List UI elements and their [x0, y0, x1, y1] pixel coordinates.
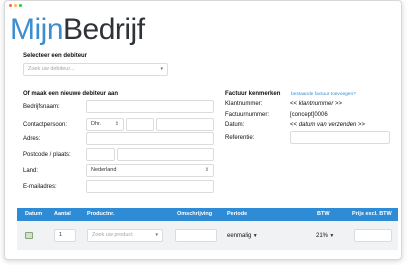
land-value: Nederland: [91, 167, 117, 173]
bedrijfsnaam-input[interactable]: [86, 100, 214, 113]
land-label: Land:: [23, 168, 39, 174]
chevron-down-icon: ▾: [155, 232, 158, 238]
email-label: E-mailadres:: [23, 184, 57, 190]
select-debiteur-heading: Selecteer een debiteur: [23, 53, 88, 59]
logo-part-bedrijf: Bedrijf: [63, 13, 145, 46]
btw-value: 21%: [316, 233, 329, 239]
btw-dropdown[interactable]: 21% ▼: [316, 232, 334, 240]
periode-value: eenmalig: [227, 233, 252, 239]
aantal-value: 1: [59, 232, 63, 238]
select-updown-icon: ⇕: [204, 167, 209, 173]
add-existing-invoice-link[interactable]: bestaande factuur toevoegen?: [291, 91, 356, 99]
factuur-kenmerken-heading: Factuur kenmerken: [225, 91, 281, 97]
factuurnummer-label: Factuurnummer:: [225, 112, 270, 118]
postcode-plaats-label: Postcode / plaats:: [23, 152, 71, 158]
email-input[interactable]: [86, 180, 214, 193]
referentie-input[interactable]: [290, 131, 390, 144]
placeholder-token: klantnummer: [298, 101, 334, 107]
aantal-input[interactable]: 1: [54, 229, 76, 242]
plaats-input[interactable]: [117, 148, 214, 161]
invoice-lines-header: Datum Aantal Productnr. Omschrijving Per…: [17, 208, 398, 221]
column-header-btw: BTW: [317, 211, 330, 217]
klantnummer-value-text: << klantnummer >>: [290, 101, 343, 107]
column-header-periode: Periode: [227, 211, 248, 217]
app-window: MijnBedrijf Selecteer een debiteur Zoek …: [4, 0, 402, 260]
contact-firstname-input[interactable]: [126, 118, 154, 131]
datum-label: Datum:: [225, 122, 245, 128]
klantnummer-label: Klantnummer:: [225, 101, 263, 107]
omschrijving-input[interactable]: [175, 229, 217, 242]
debiteur-search-select[interactable]: Zoek uw debiteur... ▾: [23, 63, 168, 76]
calendar-icon[interactable]: [25, 232, 33, 239]
window-titlebar: [5, 1, 401, 10]
chevron-down-icon: ▾: [160, 66, 163, 72]
close-window-button[interactable]: [9, 4, 12, 7]
klantnummer-value: << klantnummer >>: [290, 100, 342, 108]
app-logo: MijnBedrijf: [10, 12, 145, 48]
postcode-input[interactable]: [86, 148, 115, 161]
referentie-label: Referentie:: [225, 135, 255, 141]
product-search-select[interactable]: Zoek uw product ▾: [87, 229, 163, 242]
bedrijfsnaam-label: Bedrijfsnaam:: [23, 104, 60, 110]
adres-input[interactable]: [86, 132, 214, 145]
column-header-datum: Datum: [25, 211, 43, 217]
salutation-value: Dhr.: [91, 121, 102, 127]
minimize-window-button[interactable]: [14, 4, 17, 7]
datum-value: << datum van verzenden >>: [290, 122, 366, 128]
maximize-window-button[interactable]: [19, 4, 22, 7]
caret-down-icon: ▼: [328, 233, 335, 239]
factuurnummer-value: [concept]0006: [290, 112, 328, 118]
column-header-productnr: Productnr.: [87, 211, 115, 217]
salutation-select[interactable]: Dhr. ⇕: [86, 118, 124, 131]
periode-dropdown[interactable]: eenmalig ▼: [227, 232, 258, 240]
placeholder-token: datum van verzenden: [298, 122, 357, 128]
contact-lastname-input[interactable]: [156, 118, 214, 131]
column-header-omschrijving: Omschrijving: [177, 211, 213, 217]
debiteur-search-placeholder: Zoek uw debiteur...: [28, 66, 75, 72]
land-select[interactable]: Nederland ⇕: [86, 164, 214, 177]
product-search-placeholder: Zoek uw product: [92, 232, 133, 238]
contactpersoon-label: Contactpersoon:: [23, 122, 68, 128]
caret-down-icon: ▼: [251, 233, 258, 239]
adres-label: Adres:: [23, 136, 41, 142]
invoice-line-row: 1 Zoek uw product ▾ eenmalig ▼ 21% ▼: [17, 221, 398, 250]
logo-part-mijn: Mijn: [10, 13, 64, 46]
column-header-aantal: Aantal: [54, 211, 71, 217]
column-header-prijs: Prijs excl. BTW: [352, 211, 392, 217]
new-debiteur-heading: Of maak een nieuwe debiteur aan: [23, 91, 119, 97]
prijs-input[interactable]: [354, 229, 392, 242]
select-updown-icon: ⇕: [114, 121, 119, 127]
